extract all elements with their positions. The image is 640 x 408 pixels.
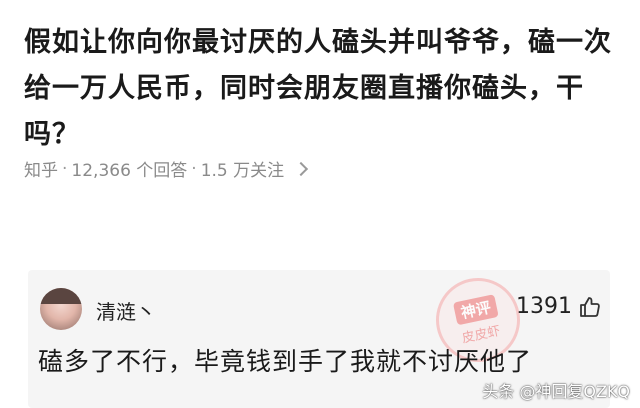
watermark: 头条 @神回复QZKQ: [482, 382, 630, 401]
chevron-right-icon[interactable]: [294, 161, 309, 176]
page: 假如让你向你最讨厌的人磕头并叫爷爷，磕一次给一万人民币，同时会朋友圈直播你磕头，…: [0, 0, 640, 408]
like-button[interactable]: 1391: [516, 294, 602, 319]
avatar-hair: [40, 288, 82, 304]
follower-count: 1.5 万关注: [200, 161, 285, 181]
source-label: 知乎: [24, 161, 58, 181]
like-count: 1391: [516, 294, 572, 319]
question-meta[interactable]: 知乎 · 12,366 个回答 · 1.5 万关注: [24, 156, 309, 181]
thumbs-up-icon[interactable]: [578, 295, 602, 319]
author-name[interactable]: 清涟丶: [96, 296, 156, 325]
answer-text[interactable]: 磕多了不行，毕竟钱到手了我就不讨厌他了: [38, 342, 532, 378]
answer-count: 12,366 个回答: [71, 161, 188, 181]
avatar[interactable]: [40, 288, 82, 330]
meta-separator: ·: [62, 158, 68, 179]
meta-separator: ·: [191, 158, 197, 179]
question-title[interactable]: 假如让你向你最讨厌的人磕头并叫爷爷，磕一次给一万人民币，同时会朋友圈直播你磕头，…: [24, 20, 620, 158]
